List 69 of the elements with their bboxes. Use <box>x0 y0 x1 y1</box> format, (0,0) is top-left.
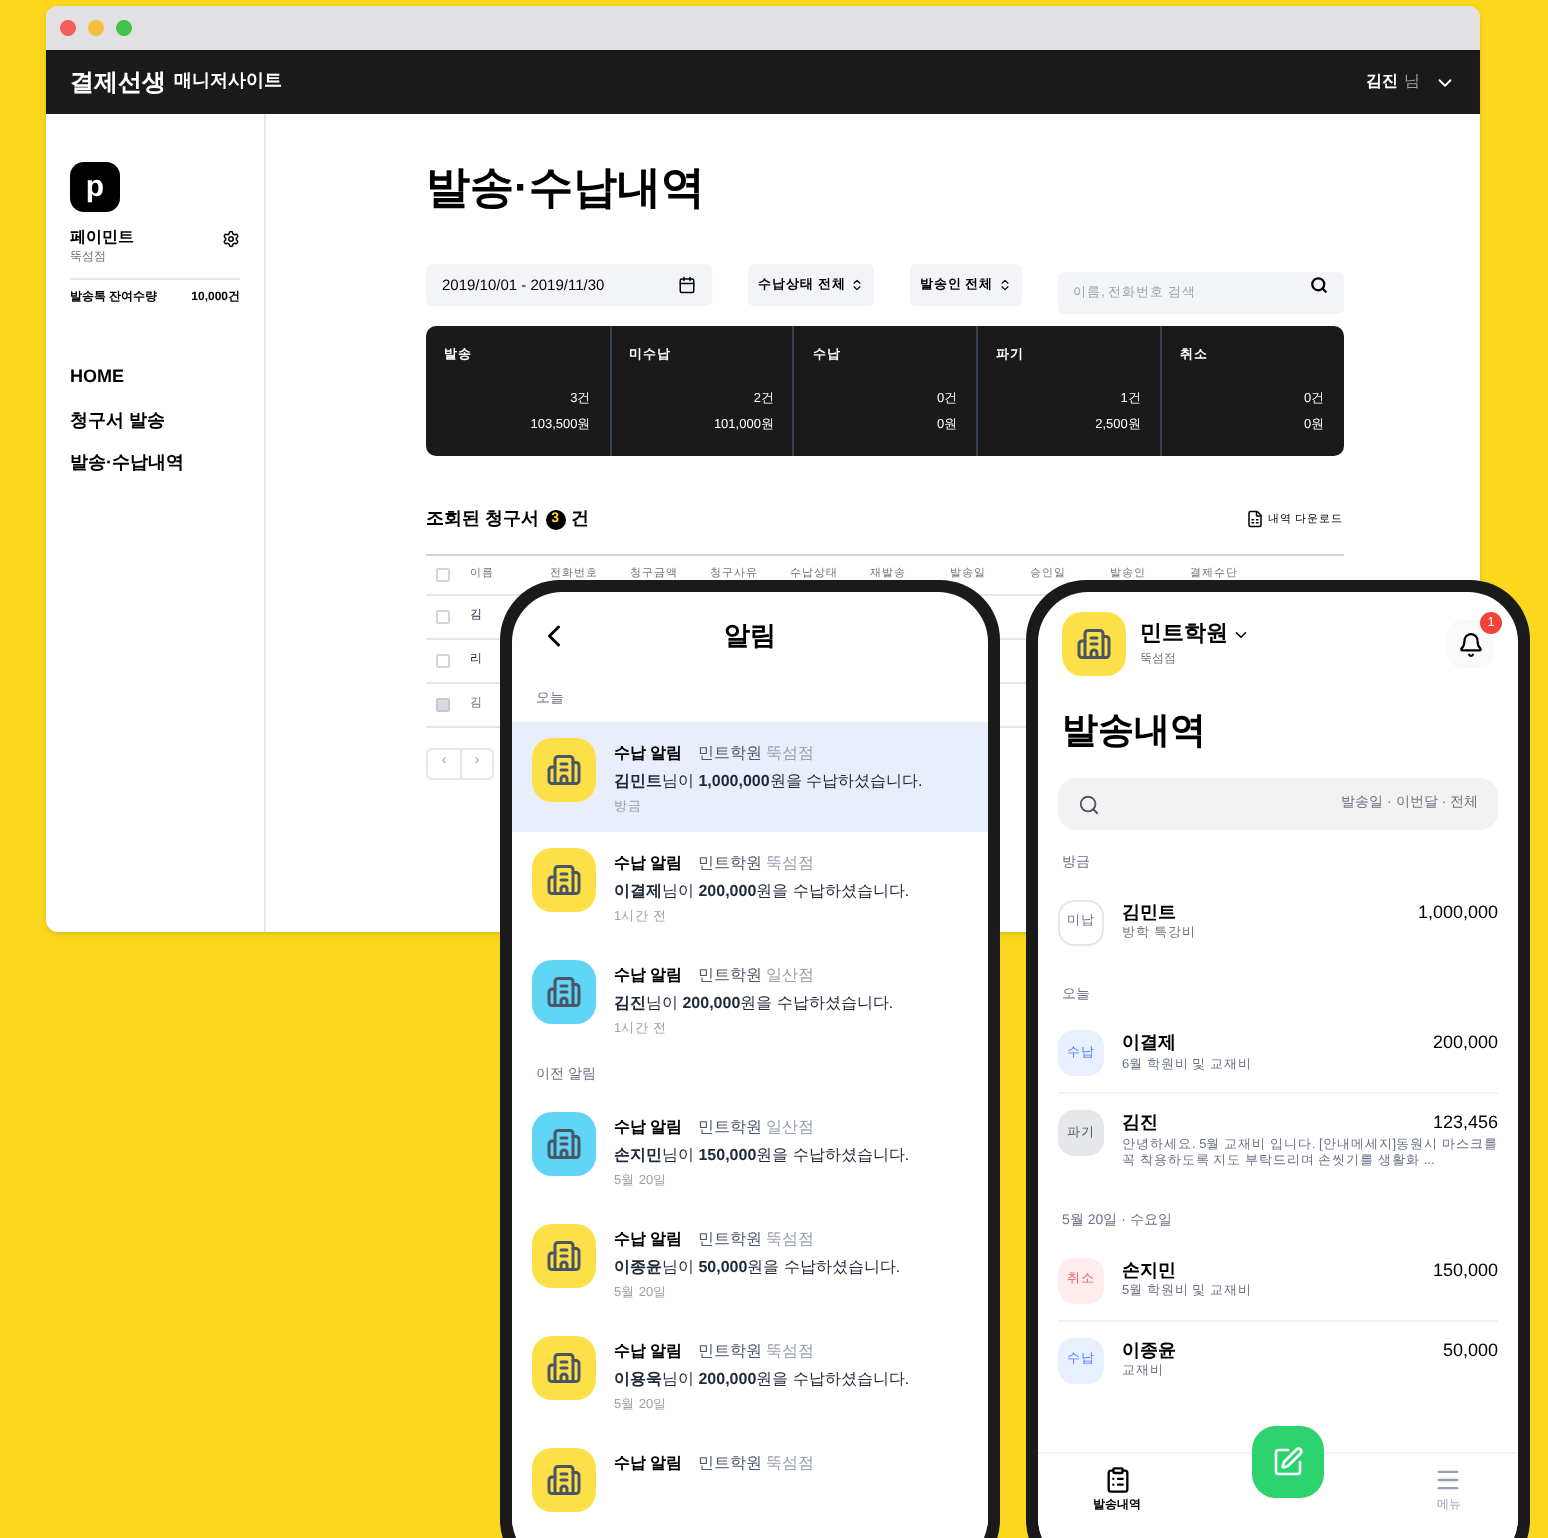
result-unit: 건 <box>571 506 590 532</box>
search-icon <box>1078 793 1100 815</box>
menu-icon <box>1434 1466 1463 1494</box>
chevron-down-icon[interactable] <box>1232 626 1250 644</box>
search-icon[interactable] <box>1309 276 1328 294</box>
org-name: 민트학원 <box>698 1451 763 1475</box>
payer-name: 이결제 <box>1122 1030 1176 1056</box>
payer-name: 이종윤 <box>1122 1337 1176 1364</box>
org-name: 민트학원 <box>698 1228 763 1252</box>
notification-message: 김진님이 200,000원을 수납하셨습니다. <box>614 992 894 1016</box>
spreadsheet-icon <box>1246 510 1265 529</box>
notification-kind: 수납 알림 <box>614 1339 683 1364</box>
user-name: 김진 <box>1366 70 1398 94</box>
org-name: 민트학원 <box>698 741 763 765</box>
page-title: 발송·수납내역 <box>426 160 707 216</box>
screen-title: 발송내역 <box>1060 708 1208 754</box>
row-checkbox[interactable] <box>436 653 450 667</box>
payer-name: 김민트 <box>1122 899 1176 925</box>
row-checkbox[interactable] <box>436 609 450 623</box>
amount: 123,456 <box>1432 1110 1498 1136</box>
amount: 200,000 <box>1432 1030 1498 1056</box>
notification-message: 이용욱님이 200,000원을 수납하셨습니다. <box>614 1367 910 1392</box>
sort-arrows-icon <box>849 278 864 292</box>
sidebar-nav-link[interactable]: 발송·수납내역 <box>70 450 240 477</box>
org-logo: p <box>70 162 120 212</box>
branch-name: 뚝섬점 <box>766 1228 815 1252</box>
branch-name: 뚝섬점 <box>766 1339 815 1364</box>
org-name: 페이민트 <box>70 226 134 250</box>
settings-icon[interactable] <box>222 230 240 248</box>
screen-title: 알림 <box>724 618 776 655</box>
sidebar-nav-link[interactable]: 청구서 발송 <box>70 407 240 434</box>
branch-name: 뚝섬점 <box>766 741 815 765</box>
notification-message: 손지민님이 150,000원을 수납하셨습니다. <box>614 1144 910 1169</box>
amount: 1,000,000 <box>1417 899 1498 925</box>
payer-name: 김진 <box>1122 1110 1158 1136</box>
notification-kind: 수납 알림 <box>614 1116 683 1141</box>
org-name: 민트학원 <box>698 964 763 988</box>
branch-name: 뚝섬점 <box>766 1451 815 1475</box>
org-name: 민트학원 <box>698 1339 763 1364</box>
compose-button[interactable] <box>1251 1426 1324 1498</box>
select-all-checkbox[interactable] <box>436 567 450 581</box>
notification-kind: 수납 알림 <box>614 1451 683 1475</box>
amount: 150,000 <box>1432 1257 1498 1284</box>
building-avatar-icon <box>1062 612 1126 676</box>
org-name: 민트학원 <box>1140 620 1228 651</box>
branch-name: 뚝섬점 <box>766 852 815 877</box>
pencil-icon <box>1271 1446 1304 1478</box>
notification-kind: 수납 알림 <box>614 964 683 988</box>
org-name: 민트학원 <box>698 852 763 877</box>
notification-kind: 수납 알림 <box>614 1228 683 1252</box>
result-label: 조회된 청구서 <box>426 506 540 532</box>
clipboard-icon <box>1103 1466 1132 1494</box>
notification-kind: 수납 알림 <box>614 741 683 765</box>
payer-name: 손지민 <box>1122 1257 1176 1284</box>
notification-message: 이종윤님이 50,000원을 수납하셨습니다. <box>614 1256 901 1280</box>
brand-logo: 결제선생 <box>70 66 166 100</box>
branch-name: 일산점 <box>766 964 815 988</box>
user-suffix: 님 <box>1404 70 1420 94</box>
notification-message: 김민트님이 1,000,000원을 수납하셨습니다. <box>614 769 923 793</box>
bell-icon <box>1457 631 1483 657</box>
sort-arrows-icon <box>997 278 1012 292</box>
notification-message: 이결제님이 200,000원을 수납하셨습니다. <box>614 880 910 905</box>
amount: 50,000 <box>1442 1337 1498 1364</box>
notification-kind: 수납 알림 <box>614 852 683 877</box>
site-name: 매니저사이트 <box>174 68 282 95</box>
calendar-icon <box>678 276 696 294</box>
org-name: 민트학원 <box>698 1116 763 1141</box>
sidebar-nav-link[interactable]: HOME <box>70 364 240 391</box>
branch-name: 일산점 <box>766 1116 815 1141</box>
